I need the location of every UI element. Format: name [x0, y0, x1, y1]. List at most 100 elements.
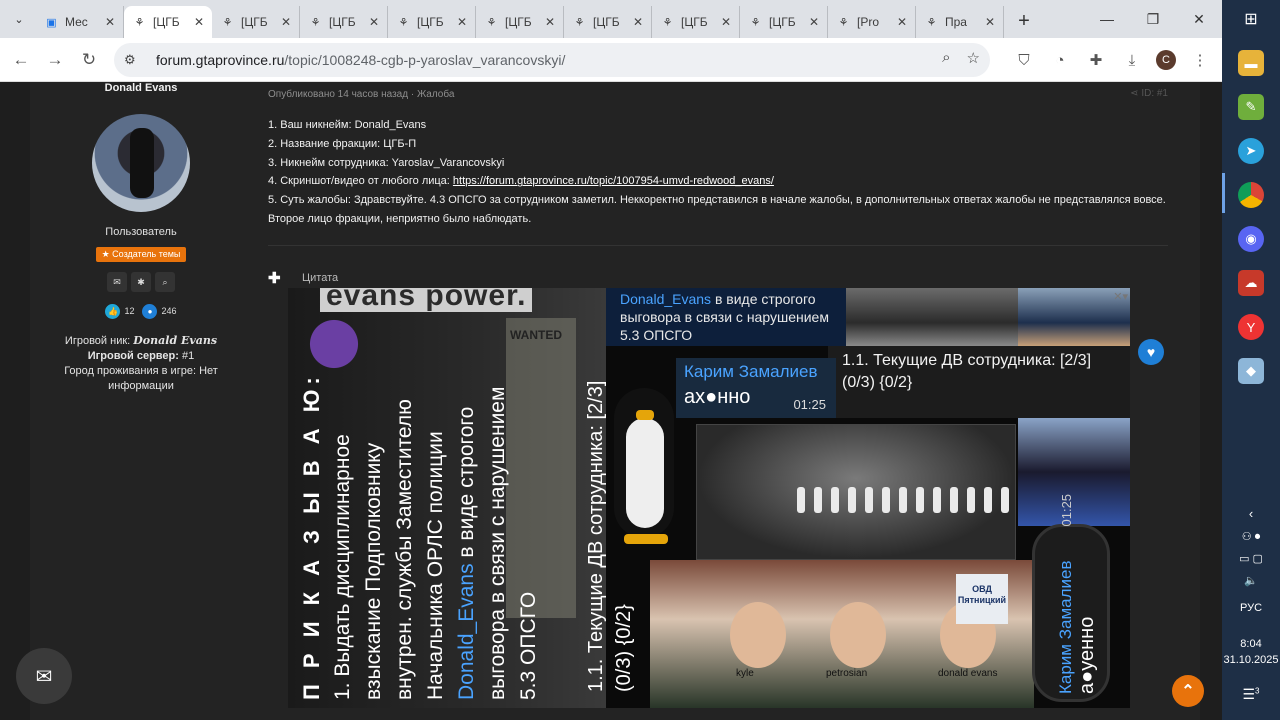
mail-icon[interactable]: ✉	[16, 648, 72, 704]
voice-sender: Карим Замалиев	[684, 362, 818, 381]
bookmark-star-icon[interactable]: ☆	[967, 49, 980, 67]
browser-tab[interactable]: ⚘ [Pro ✕	[828, 6, 916, 38]
author-name[interactable]: Donald Evans	[30, 82, 252, 96]
site-info-icon[interactable]: ⚙	[124, 52, 146, 68]
game-launcher-icon[interactable]: ☁	[1238, 270, 1264, 296]
expand-icon[interactable]: ✚	[268, 269, 290, 287]
browser-tab[interactable]: ⚘ [ЦГБ ✕	[740, 6, 828, 38]
hooded-person-photo	[1018, 418, 1130, 526]
tab-title: [ЦГБ	[241, 15, 268, 29]
new-tab-button[interactable]: +	[1010, 7, 1038, 35]
network-icon[interactable]: ▭ ▢	[1222, 552, 1280, 565]
notifications-icon[interactable]: ☰3	[1222, 686, 1280, 703]
profile-avatar[interactable]: C	[1156, 50, 1176, 70]
search-icon[interactable]: ⌕	[155, 272, 175, 292]
tab-close-icon[interactable]: ✕	[985, 15, 995, 29]
tab-close-icon[interactable]: ✕	[897, 15, 907, 29]
browser-tab[interactable]: ⚘ [ЦГБ ✕	[124, 6, 212, 38]
forum-icon: ⚘	[574, 16, 585, 29]
stat-line: 1.1. Текущие ДВ сотрудника: [2/3]	[842, 352, 1092, 369]
forum-icon: ⚘	[134, 16, 145, 29]
windows-taskbar: ⊞ ▬ ✎ ➤ ◉ ☁ Y ◆ ‹ ⚇ ⏺ ▭ ▢ 🔈 РУС 8:04 31.…	[1222, 0, 1280, 720]
browser-tab[interactable]: ⚘ [ЦГБ ✕	[388, 6, 476, 38]
file-explorer-icon[interactable]: ▬	[1238, 50, 1264, 76]
tab-close-icon[interactable]: ✕	[281, 15, 291, 29]
chrome-icon[interactable]	[1238, 182, 1264, 208]
chat-icon: ▣	[46, 16, 57, 29]
browser-tab[interactable]: ⚘ [ЦГБ ✕	[476, 6, 564, 38]
address-bar[interactable]: ⚙ forum.gtaprovince.ru/topic/1008248-cgb…	[114, 43, 990, 77]
divider	[268, 244, 1168, 246]
tab-close-icon[interactable]: ✕	[809, 15, 819, 29]
scroll-top-icon[interactable]: ⌃	[1172, 675, 1204, 707]
tab-title: [ЦГБ	[417, 15, 444, 29]
extensions-icon[interactable]: ✚	[1084, 44, 1108, 76]
tab-close-icon[interactable]: ✕	[457, 15, 467, 29]
share-icon[interactable]: ⋖	[1130, 88, 1141, 99]
clock-time[interactable]: 8:04	[1222, 638, 1280, 650]
restore-icon[interactable]: ❐	[1130, 0, 1176, 38]
discord-icon[interactable]: ◉	[1238, 226, 1264, 252]
browser-tab[interactable]: ⚘ [ЦГБ ✕	[564, 6, 652, 38]
shield-icon[interactable]: ⛉	[1012, 44, 1036, 76]
author-panel: Donald Evans Пользователь ★ Создатель те…	[30, 82, 252, 702]
chat-username: Donald_Evans	[620, 291, 712, 307]
glasses-icon[interactable]: ◔	[1048, 44, 1072, 76]
tab-close-icon[interactable]: ✕	[105, 15, 115, 29]
notepad-icon[interactable]: ✎	[1238, 94, 1264, 120]
browser-tab[interactable]: ⚘ [ЦГБ ✕	[652, 6, 740, 38]
order-line: 5.3 ОПСГО	[517, 591, 540, 700]
tray-icons[interactable]: ⚇ ⏺	[1222, 530, 1280, 544]
language-indicator[interactable]: РУС	[1222, 602, 1280, 614]
browser-tab[interactable]: ⚘ [ЦГБ ✕	[300, 6, 388, 38]
browser-tab[interactable]: ⚘ Пра ✕	[916, 6, 1004, 38]
tab-close-icon[interactable]: ✕	[545, 15, 555, 29]
phone-text: а●уенно	[1076, 616, 1098, 694]
download-icon[interactable]: ⤓	[1120, 44, 1144, 76]
zoom-icon[interactable]: ⌕	[942, 49, 950, 67]
forward-icon[interactable]: →	[38, 43, 72, 77]
post-id[interactable]: ⋖ ID: #1	[1130, 88, 1168, 99]
close-icon[interactable]: ✕	[1176, 0, 1222, 38]
reaction-heart-icon[interactable]: ♥	[1138, 339, 1164, 365]
city-label: Город проживания в игре:	[64, 365, 196, 377]
tab-search-button[interactable]: ⌄	[6, 6, 32, 32]
app-icon[interactable]: ◆	[1238, 358, 1264, 384]
volume-icon[interactable]: 🔈	[1222, 574, 1280, 587]
back-icon[interactable]: ←	[4, 43, 38, 77]
tab-close-icon[interactable]: ✕	[369, 15, 379, 29]
stat-box: 1.1. Текущие ДВ сотрудника: [2/3] (0/3) …	[828, 346, 1130, 418]
avatar[interactable]	[92, 114, 190, 212]
menu-dots-icon[interactable]: ⋮	[1188, 44, 1212, 76]
clock-date[interactable]: 31.10.2025	[1222, 654, 1280, 666]
author-role: Пользователь	[105, 226, 177, 238]
minimize-icon[interactable]: —	[1084, 0, 1130, 38]
stat-line: (0/3) {0/2}	[842, 374, 913, 391]
forum-icon: ⚘	[750, 16, 761, 29]
forum-icon: ⚘	[838, 16, 849, 29]
order-tail: в виде строгого	[455, 406, 478, 564]
settings-icon[interactable]: ✱	[131, 272, 151, 292]
tray-chevron-icon[interactable]: ‹	[1222, 506, 1280, 521]
wanted-label: WANTED	[510, 328, 562, 342]
post-date[interactable]: Опубликовано 14 часов назад · Жалоба	[268, 89, 454, 100]
car-photo	[846, 288, 1018, 346]
tab-close-icon[interactable]: ✕	[633, 15, 643, 29]
reload-icon[interactable]: ↻	[72, 43, 106, 77]
message-icon[interactable]: ✉	[107, 272, 127, 292]
tab-strip: ⌄ ▣ Мес ✕ ⚘ [ЦГБ ✕ ⚘ [ЦГБ ✕ ⚘ [ЦГБ ✕ ⚘ [ЦГБ ✕ ⚘ [ЦГБ ✕ ⚘ [Ц…	[0, 0, 1222, 38]
evidence-link[interactable]: https://forum.gtaprovince.ru/topic/10079…	[453, 175, 774, 187]
browser-tab[interactable]: ⚘ [ЦГБ ✕	[212, 6, 300, 38]
windows-start-icon[interactable]: ⊞	[1238, 6, 1264, 32]
telegram-icon[interactable]: ➤	[1238, 138, 1264, 164]
browser-tab[interactable]: ▣ Мес ✕	[36, 6, 124, 38]
photo-name: kyle	[736, 668, 754, 679]
server-label: Игровой сервер:	[87, 350, 179, 362]
image-options-icon[interactable]: ✕▾	[1113, 290, 1128, 303]
tab-close-icon[interactable]: ✕	[721, 15, 731, 29]
penguin-figure	[606, 348, 686, 548]
tab-close-icon[interactable]: ✕	[194, 15, 204, 29]
post-line: 3. Никнейм сотрудника: Yaroslav_Varancov…	[268, 156, 505, 169]
window-controls: — ❐ ✕	[1084, 0, 1222, 38]
yandex-browser-icon[interactable]: Y	[1238, 314, 1264, 340]
